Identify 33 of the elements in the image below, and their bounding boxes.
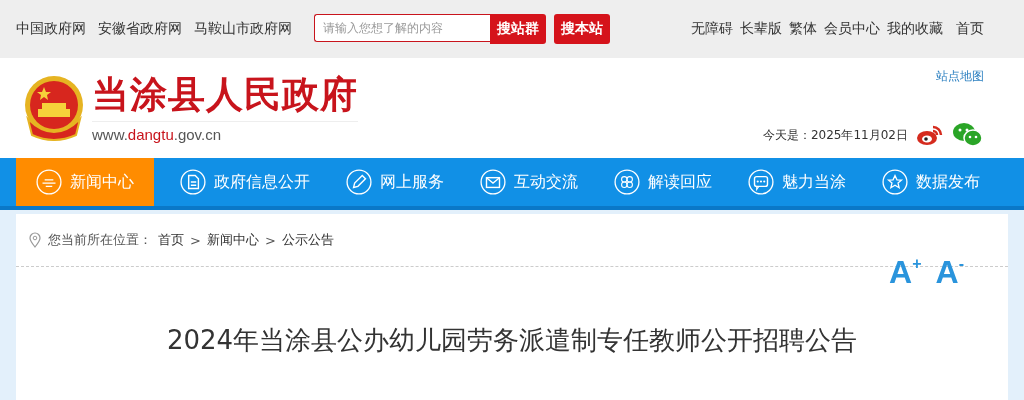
pencil-icon bbox=[346, 169, 372, 195]
document-icon bbox=[180, 169, 206, 195]
envelope-icon bbox=[480, 169, 506, 195]
breadcrumb-link[interactable]: 首页 bbox=[158, 231, 184, 249]
breadcrumb-link[interactable]: 新闻中心 bbox=[206, 231, 259, 249]
weibo-icon[interactable] bbox=[916, 123, 944, 147]
site-url: www.dangtu.gov.cn bbox=[92, 126, 222, 143]
sitemap-link[interactable]: 站点地图 bbox=[936, 68, 984, 85]
user-link[interactable]: 无障碍 bbox=[691, 20, 733, 38]
user-link[interactable]: 会员中心 bbox=[824, 20, 880, 38]
user-link[interactable]: 我的收藏 bbox=[887, 20, 943, 38]
article-title: 2024年当涂县公办幼儿园劳务派遣制专任教师公开招聘公告 bbox=[166, 324, 858, 357]
flower-icon bbox=[614, 169, 640, 195]
search-button[interactable]: 搜本站 bbox=[554, 14, 610, 44]
user-link[interactable]: 繁体 bbox=[789, 20, 817, 38]
chat-icon bbox=[748, 169, 774, 195]
site-title: 当涂县人民政府 bbox=[92, 73, 358, 122]
news-icon bbox=[36, 169, 62, 195]
site-link[interactable]: 中国政府网 bbox=[16, 20, 86, 38]
date-text: 今天是：2025年11月02日 bbox=[762, 126, 908, 144]
breadcrumb-link[interactable]: 公示公告 bbox=[281, 231, 334, 249]
wechat-icon[interactable] bbox=[952, 122, 984, 148]
site-link[interactable]: 马鞍山市政府网 bbox=[194, 20, 292, 38]
breadcrumb-separator: > bbox=[264, 232, 276, 248]
breadcrumb-label: 您当前所在位置： bbox=[48, 231, 152, 249]
search-button[interactable]: 搜站群 bbox=[490, 14, 546, 44]
search-field[interactable]: 请输入您想了解的内容 bbox=[314, 14, 490, 42]
site-link[interactable]: 安徽省政府网 bbox=[98, 20, 182, 38]
breadcrumb-separator: > bbox=[190, 232, 201, 248]
location-icon bbox=[28, 232, 42, 248]
user-link[interactable]: 长辈版 bbox=[740, 20, 782, 38]
user-link[interactable]: 首页 bbox=[956, 20, 984, 38]
emblem-icon bbox=[22, 75, 86, 141]
